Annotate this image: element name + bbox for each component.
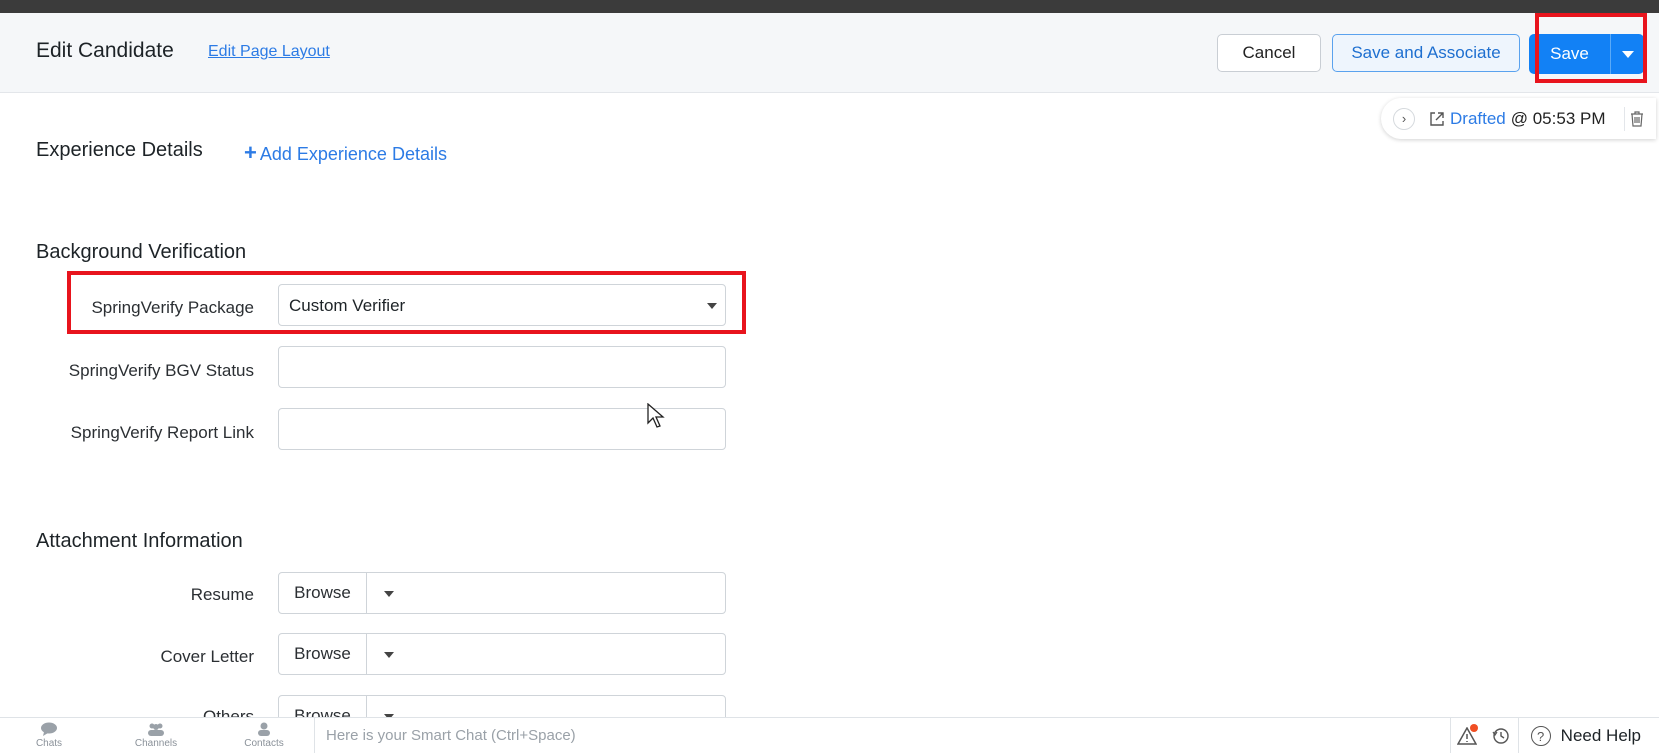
attachment-section-title: Attachment Information: [36, 530, 243, 552]
smart-chat-input[interactable]: Here is your Smart Chat (Ctrl+Space): [326, 727, 576, 744]
springverify-bgv-status-input[interactable]: [278, 346, 726, 388]
history-icon[interactable]: [1484, 718, 1518, 753]
cover-letter-label: Cover Letter: [160, 647, 254, 666]
add-experience-label: Add Experience Details: [259, 144, 447, 164]
need-help-button[interactable]: ? Need Help: [1517, 718, 1659, 753]
save-options-dropdown[interactable]: [1611, 34, 1644, 74]
cancel-button[interactable]: Cancel: [1217, 34, 1321, 72]
resume-upload-field: Browse: [278, 572, 726, 614]
chevron-down-icon: [1621, 50, 1634, 58]
channels-tab[interactable]: Channels: [121, 722, 191, 749]
contacts-icon: [258, 722, 270, 736]
springverify-package-value: Custom Verifier: [289, 296, 406, 315]
springverify-bgv-status-label: SpringVerify BGV Status: [68, 361, 254, 380]
chats-tab[interactable]: Chats: [14, 722, 84, 749]
resume-browse-button[interactable]: Browse: [279, 573, 367, 613]
mouse-cursor-icon: [647, 403, 665, 428]
background-section-title: Background Verification: [36, 241, 247, 263]
notification-dot: [1469, 724, 1478, 732]
cover-letter-upload-field: Browse: [278, 633, 726, 675]
add-experience-link[interactable]: + Add Experience Details: [244, 140, 447, 166]
chats-label: Chats: [35, 738, 63, 749]
bottom-bar-right: ? Need Help: [1449, 718, 1659, 753]
contacts-tab[interactable]: Contacts: [229, 722, 299, 749]
external-link-icon[interactable]: [1429, 111, 1445, 127]
resume-label: Resume: [190, 585, 254, 604]
chevron-down-icon[interactable]: [384, 652, 394, 658]
save-button[interactable]: Save: [1529, 34, 1611, 74]
edit-page-layout-link[interactable]: Edit Page Layout: [208, 43, 330, 61]
save-and-associate-button[interactable]: Save and Associate: [1332, 34, 1520, 72]
draft-time: @ 05:53 PM: [1510, 108, 1606, 128]
springverify-report-link-label: SpringVerify Report Link: [70, 423, 254, 442]
warning-icon[interactable]: [1449, 718, 1484, 753]
save-button-group: Save: [1529, 34, 1644, 74]
channels-label: Channels: [134, 738, 178, 749]
window-top-strip: [0, 0, 1659, 13]
chat-icon: [41, 722, 57, 736]
springverify-package-select[interactable]: Custom Verifier: [278, 284, 726, 326]
page-title: Edit Candidate: [36, 39, 174, 62]
need-help-label: Need Help: [1560, 726, 1641, 745]
contacts-label: Contacts: [244, 738, 284, 749]
bottom-bar: Chats Channels Contacts Here is your Sma…: [0, 717, 1659, 753]
bottom-bar-divider: [314, 718, 315, 753]
draft-status-panel: › Drafted @ 05:53 PM: [1381, 98, 1656, 139]
drafted-link[interactable]: Drafted: [1450, 109, 1506, 129]
channels-icon: [148, 723, 164, 736]
trash-icon[interactable]: [1624, 107, 1648, 131]
page-header: Edit Candidate Edit Page Layout Cancel S…: [0, 13, 1659, 93]
plus-icon: +: [244, 140, 257, 165]
help-icon: ?: [1530, 726, 1551, 746]
cover-letter-browse-button[interactable]: Browse: [279, 634, 367, 674]
springverify-package-label: SpringVerify Package: [91, 298, 254, 317]
chevron-down-icon[interactable]: [384, 591, 394, 597]
chevron-down-icon: [707, 303, 717, 309]
chevron-right-icon[interactable]: ›: [1393, 107, 1415, 130]
experience-section-title: Experience Details: [36, 139, 203, 161]
